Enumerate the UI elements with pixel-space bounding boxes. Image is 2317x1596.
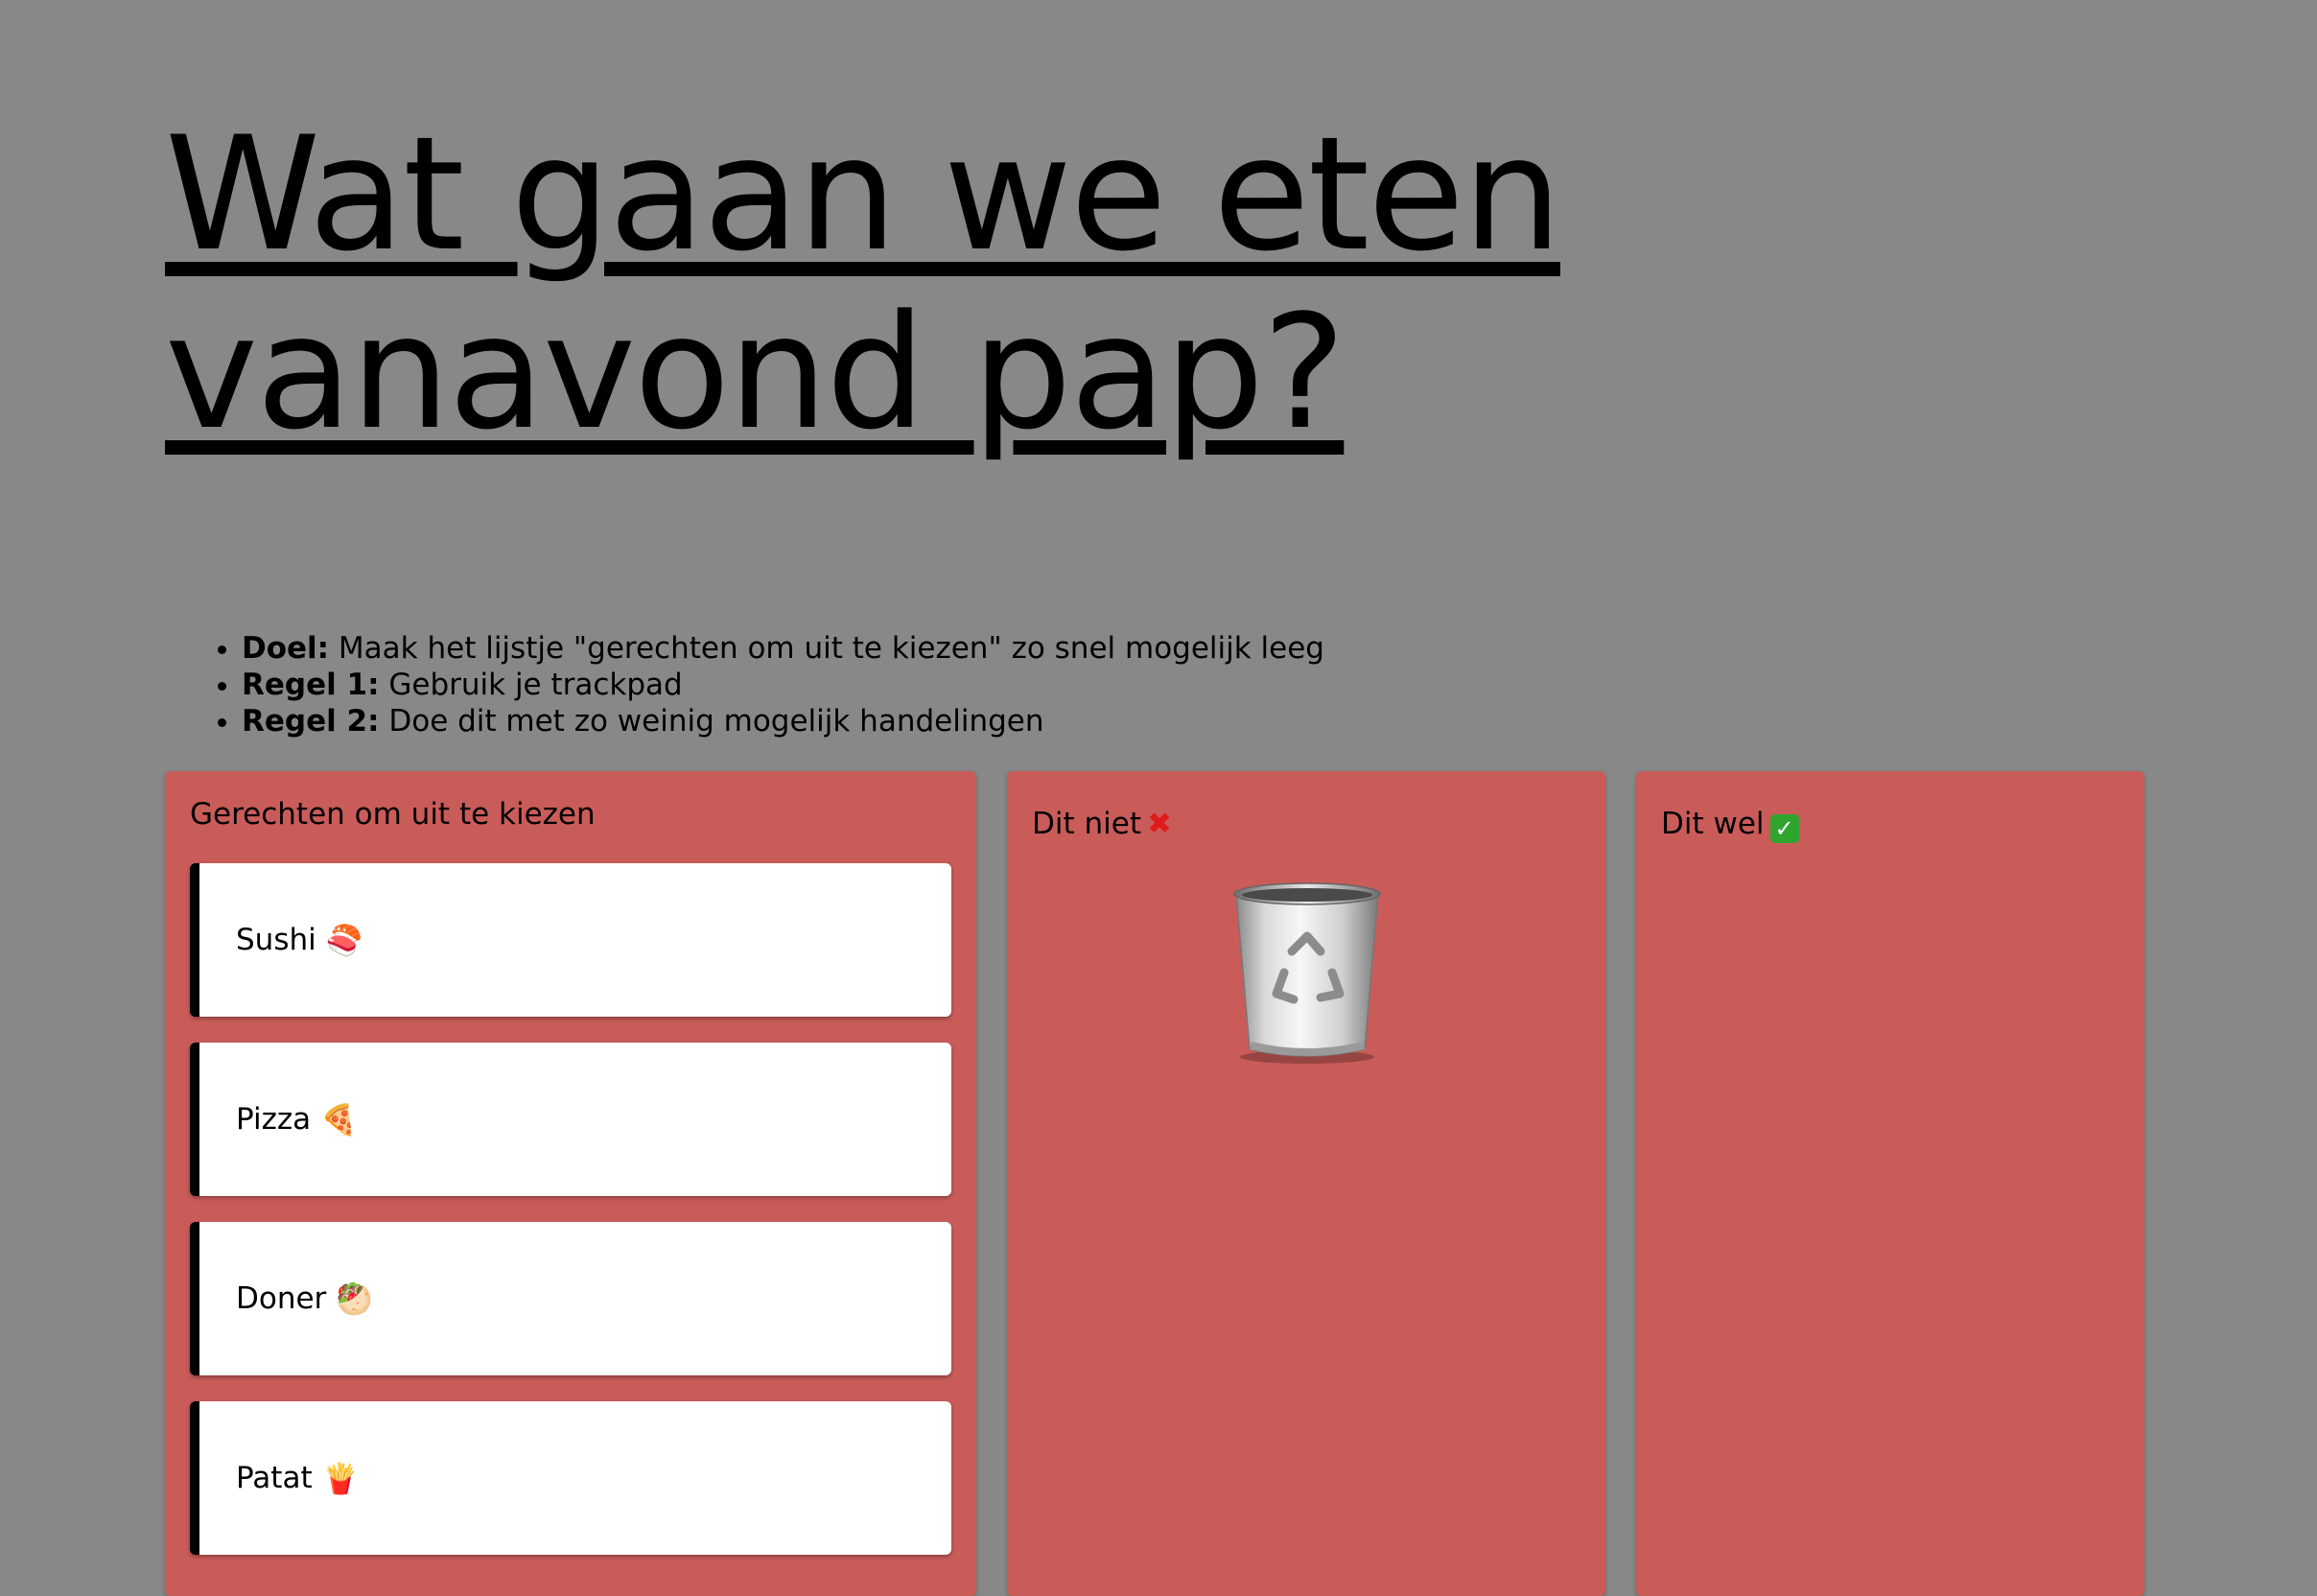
cross-mark-icon: ✖ — [1146, 807, 1172, 841]
accept-heading-label: Dit wel — [1661, 807, 1765, 841]
page-title: Wat gaan we eten vanavond pap? — [165, 103, 1562, 464]
dish-label: Pizza — [236, 1102, 312, 1137]
rule-2: Regel 2: Doe dit met zo weinig mogelijk … — [242, 703, 1324, 739]
choose-column[interactable]: Gerechten om uit te kiezen Sushi 🍣 Pizza 🍕… — [165, 771, 976, 1596]
dish-card-pizza[interactable]: Pizza 🍕 — [190, 1043, 951, 1196]
accept-column-heading: Dit wel ✓ — [1661, 806, 1799, 843]
reject-heading-label: Dit niet — [1032, 807, 1141, 841]
reject-dropzone[interactable]: Dit niet ✖ — [1007, 771, 1605, 1596]
dish-card-sushi[interactable]: Sushi 🍣 — [190, 863, 951, 1017]
trash-can-icon — [1233, 882, 1381, 1064]
rule-label: Doel: — [242, 631, 330, 666]
pizza-icon: 🍕 — [320, 1102, 358, 1138]
rule-1: Regel 1: Gebruik je trackpad — [242, 667, 1324, 703]
rule-label: Regel 1: — [242, 668, 380, 702]
rule-text: Doe dit met zo weinig mogelijk handeling… — [379, 704, 1044, 739]
rule-label: Regel 2: — [242, 704, 380, 739]
doner-icon: 🥙 — [336, 1281, 373, 1317]
rules-list: Doel: Maak het lijstje "gerechten om uit… — [211, 630, 1324, 739]
accept-dropzone[interactable]: Dit wel ✓ — [1636, 771, 2144, 1596]
dish-label: Patat — [236, 1461, 313, 1495]
sushi-icon: 🍣 — [325, 923, 363, 958]
dish-label: Sushi — [236, 923, 316, 957]
dish-label: Doner — [236, 1281, 327, 1316]
rule-goal: Doel: Maak het lijstje "gerechten om uit… — [242, 630, 1324, 667]
check-mark-icon: ✓ — [1769, 814, 1799, 843]
rule-text: Maak het lijstje "gerechten om uit te ki… — [329, 631, 1324, 666]
choose-column-heading: Gerechten om uit te kiezen — [190, 797, 596, 832]
reject-column-heading: Dit niet ✖ — [1032, 806, 1172, 842]
fries-icon: 🍟 — [321, 1461, 360, 1496]
dish-card-patat[interactable]: Patat 🍟 — [190, 1401, 951, 1555]
dish-card-doner[interactable]: Doner 🥙 — [190, 1222, 951, 1375]
rule-text: Gebruik je trackpad — [379, 668, 683, 702]
dish-list: Sushi 🍣 Pizza 🍕 Doner 🥙 Patat 🍟 — [190, 863, 951, 1581]
